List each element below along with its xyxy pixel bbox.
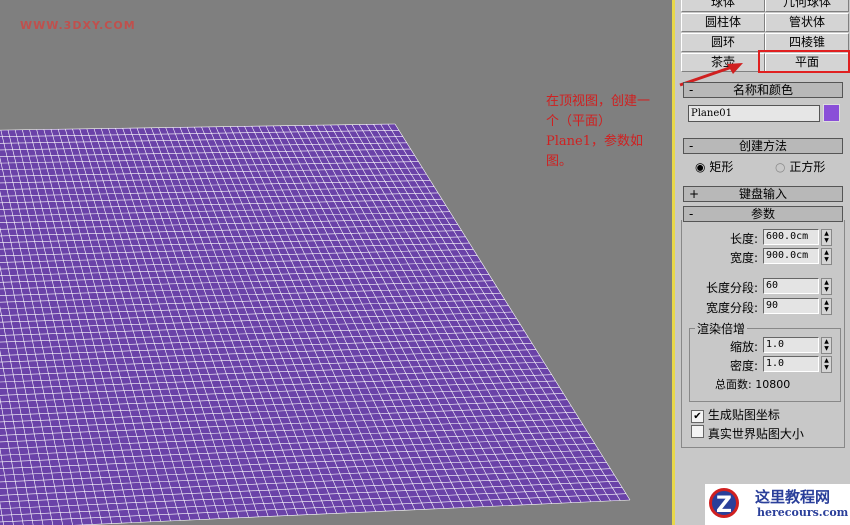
rollout-keyboard-entry[interactable]: + 键盘输入 bbox=[683, 186, 843, 202]
object-type-button[interactable]: 圆环 bbox=[681, 33, 765, 52]
rollout-title: 键盘输入 bbox=[738, 187, 787, 201]
radio-label: 矩形 bbox=[709, 160, 734, 174]
highlight-box bbox=[758, 50, 850, 73]
color-swatch[interactable] bbox=[823, 104, 840, 122]
logo-icon: Z bbox=[709, 488, 739, 518]
logo-url: herecours.com bbox=[757, 506, 849, 519]
command-panel: 球体 几何球体 圆柱体 管状体 圆环 四棱锥 茶壶 平面 - 名称和颜色 Plane01 - 创建… bbox=[672, 0, 850, 525]
logo-title: 这里教程网 bbox=[755, 488, 831, 506]
object-type-button[interactable]: 圆柱体 bbox=[681, 13, 765, 32]
object-type-button[interactable]: 管状体 bbox=[765, 13, 849, 32]
rollout-title: 名称和颜色 bbox=[732, 83, 793, 97]
toggle: + bbox=[689, 187, 700, 201]
radio-label: 正方形 bbox=[789, 160, 826, 174]
toggle: - bbox=[689, 139, 694, 153]
rollout-title: 创建方法 bbox=[738, 139, 787, 153]
toggle: - bbox=[689, 207, 694, 221]
radio-rect[interactable]: ◉ 矩形 bbox=[695, 158, 733, 175]
rollout-creation-method[interactable]: - 创建方法 bbox=[683, 138, 843, 154]
radio-selected-icon: ◉ bbox=[695, 160, 706, 174]
rollout-border bbox=[681, 220, 845, 448]
object-type-button[interactable]: 几何球体 bbox=[765, 0, 849, 12]
toggle: - bbox=[689, 83, 694, 97]
viewport[interactable]: WWW.3DXY.COM 在顶视图，创建一个（平面）Plane1，参数如图。 bbox=[0, 0, 672, 525]
logo: Z 这里教程网 herecours.com bbox=[705, 484, 850, 525]
name-input[interactable]: Plane01 bbox=[688, 105, 820, 122]
rollout-title: 参数 bbox=[750, 207, 775, 221]
arrow-annotation bbox=[0, 0, 672, 525]
object-type-button[interactable]: 球体 bbox=[681, 0, 765, 12]
radio-square[interactable]: ○ 正方形 bbox=[775, 158, 825, 175]
radio-icon: ○ bbox=[775, 160, 786, 174]
rollout-name-color[interactable]: - 名称和颜色 bbox=[683, 82, 843, 98]
